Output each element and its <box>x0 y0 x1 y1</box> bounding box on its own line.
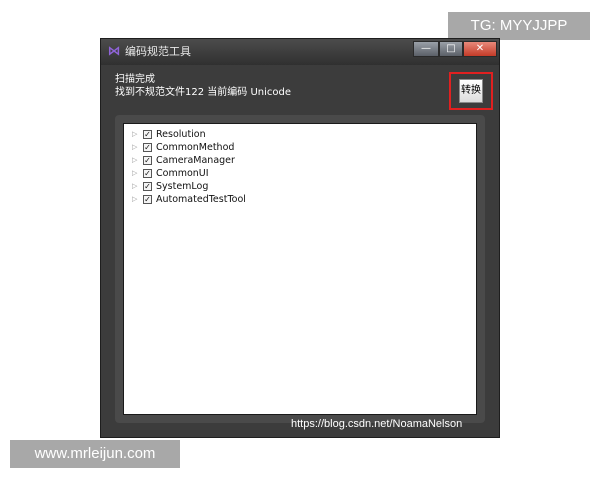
tree-item-label: AutomatedTestTool <box>156 194 246 205</box>
watermark-top: TG: MYYJJPP <box>448 12 590 40</box>
tree-item-commonmethod[interactable]: ▷ ✓ CommonMethod <box>132 141 234 154</box>
expand-arrow-icon[interactable]: ▷ <box>132 154 140 167</box>
convert-button[interactable]: 转换 <box>459 79 483 103</box>
tree-item-label: CameraManager <box>156 155 235 166</box>
close-icon: ✕ <box>475 43 485 54</box>
tree-item-resolution[interactable]: ▷ ✓ Resolution <box>132 128 206 141</box>
tree-item-systemlog[interactable]: ▷ ✓ SystemLog <box>132 180 208 193</box>
close-button[interactable]: ✕ <box>463 41 497 57</box>
tree-item-checkbox[interactable]: ✓ <box>143 130 152 139</box>
tree-item-checkbox[interactable]: ✓ <box>143 169 152 178</box>
tree-item-checkbox[interactable]: ✓ <box>143 143 152 152</box>
tree-item-checkbox[interactable]: ✓ <box>143 156 152 165</box>
expand-arrow-icon[interactable]: ▷ <box>132 193 140 206</box>
watermark-csdn: https://blog.csdn.net/NoamaNelson <box>291 418 463 430</box>
expand-arrow-icon[interactable]: ▷ <box>132 180 140 193</box>
tree-item-label: CommonMethod <box>156 142 235 153</box>
title-bar[interactable]: ⋈ 编码规范工具 — □ ✕ <box>101 39 499 65</box>
maximize-button[interactable]: □ <box>439 41 463 57</box>
app-window: ⋈ 编码规范工具 — □ ✕ 扫描完成 找到不规范文件122 当前编码 Unic… <box>100 38 500 438</box>
window-title: 编码规范工具 <box>125 45 191 58</box>
minimize-icon: — <box>421 43 431 54</box>
expand-arrow-icon[interactable]: ▷ <box>132 128 140 141</box>
file-tree[interactable]: ▷ ✓ Resolution ▷ ✓ CommonMethod ▷ ✓ Came… <box>123 123 477 415</box>
scan-result-text: 找到不规范文件122 当前编码 Unicode <box>115 87 291 98</box>
scan-status-text: 扫描完成 <box>115 74 155 85</box>
tree-item-commonui[interactable]: ▷ ✓ CommonUI <box>132 167 209 180</box>
expand-arrow-icon[interactable]: ▷ <box>132 141 140 154</box>
minimize-button[interactable]: — <box>413 41 439 57</box>
tree-item-label: SystemLog <box>156 181 209 192</box>
tree-item-label: Resolution <box>156 129 206 140</box>
tree-item-label: CommonUI <box>156 168 209 179</box>
tree-item-cameramanager[interactable]: ▷ ✓ CameraManager <box>132 154 235 167</box>
expand-arrow-icon[interactable]: ▷ <box>132 167 140 180</box>
tree-item-checkbox[interactable]: ✓ <box>143 182 152 191</box>
tree-item-automatedtesttool[interactable]: ▷ ✓ AutomatedTestTool <box>132 193 246 206</box>
tree-item-checkbox[interactable]: ✓ <box>143 195 152 204</box>
watermark-bottom: www.mrleijun.com <box>10 440 180 468</box>
convert-highlight-box: 转换 <box>449 72 493 110</box>
maximize-icon: □ <box>446 43 456 54</box>
tree-container: ▷ ✓ Resolution ▷ ✓ CommonMethod ▷ ✓ Came… <box>115 115 485 423</box>
visual-studio-icon: ⋈ <box>107 44 121 59</box>
